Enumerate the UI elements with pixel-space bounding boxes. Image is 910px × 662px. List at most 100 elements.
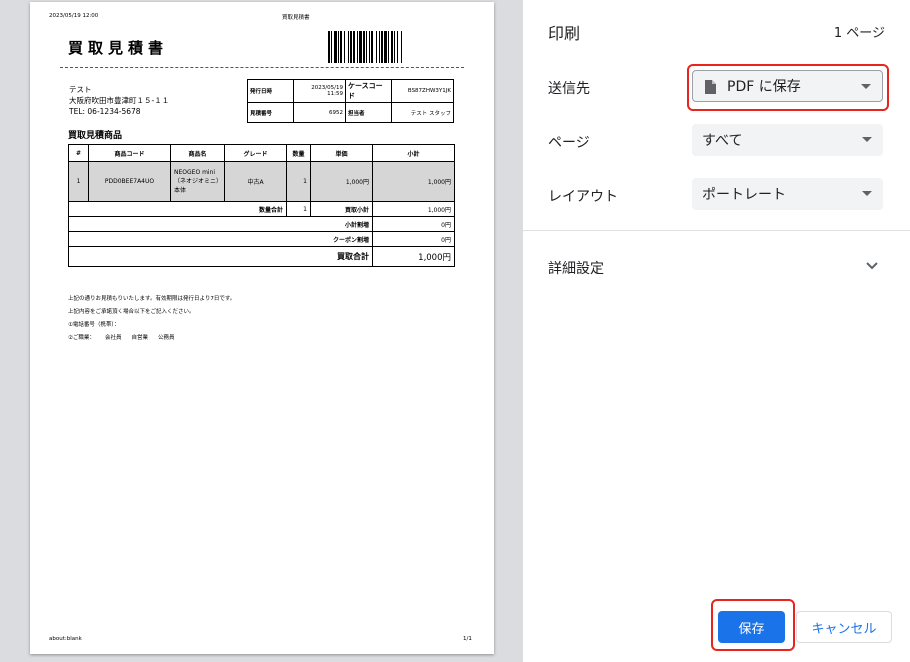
barcode-bar [359, 31, 362, 63]
summary-row: 数量合計 1 買取小計 1,000円 [68, 201, 455, 217]
coupon-label: クーポン割増 [68, 231, 373, 247]
more-settings-label: 詳細設定 [548, 261, 604, 277]
barcode-bar [353, 31, 355, 63]
col-subtotal: 小計 [372, 144, 455, 162]
issue-label: 発行日時 [247, 79, 294, 103]
destination-value: PDF に保存 [727, 79, 801, 95]
note-line: 上記の通りお見積もりいたします。有効期限は発行日より7日です。 [68, 296, 236, 302]
separator [60, 67, 464, 68]
items-header-row: # 商品コード 商品名 グレード 数量 単価 小計 [68, 144, 455, 162]
occupation-label: ②ご職業： [68, 335, 95, 341]
print-preview-area: 2023/05/19 12:00 買取見積書 買取見積書 テスト 大阪府吹田市豊… [0, 0, 523, 662]
chevron-down-icon [862, 137, 872, 142]
page-header-date: 2023/05/19 12:00 [49, 13, 99, 19]
table-row: 1 PDD0BEE7A4UO NEOGEO mini （ネオジオミニ）本体 中古… [68, 161, 455, 202]
barcode-bar [371, 31, 373, 63]
occupation-option: 自営業 [131, 335, 148, 341]
note-line: ②ご職業： 会社員 自営業 公務員 [68, 332, 235, 345]
barcode-bar [331, 31, 332, 63]
row-price: 1,000円 [310, 161, 373, 202]
preview-page: 2023/05/19 12:00 買取見積書 買取見積書 テスト 大阪府吹田市豊… [30, 2, 494, 654]
estimate-label: 見積番号 [247, 102, 294, 123]
divider [523, 230, 910, 231]
customer-info: テスト 大阪府吹田市豊津町１５-１１ TEL: 06-1234-5678 [69, 84, 169, 117]
barcode [328, 31, 402, 63]
document-title: 買取見積書 [68, 39, 169, 57]
col-grade: グレード [224, 144, 287, 162]
barcode-bar [366, 31, 367, 63]
buy-subtotal: 1,000円 [372, 201, 455, 217]
note-line: 上記内容をご承諾頂く場合以下をご記入ください。 [68, 309, 195, 315]
barcode-bar [357, 31, 358, 63]
row-code: PDD0BEE7A4UO [88, 161, 171, 202]
barcode-bar [363, 31, 365, 63]
notes: 上記の通りお見積もりいたします。有効期限は発行日より7日です。 上記内容をご承諾… [68, 293, 235, 345]
customer-tel: TEL: 06-1234-5678 [69, 107, 141, 116]
row-qty: 1 [286, 161, 311, 202]
destination-label: 送信先 [548, 81, 590, 97]
subtotal-add: 0円 [372, 216, 455, 232]
row-subtotal: 1,000円 [372, 161, 455, 202]
barcode-bar [344, 31, 345, 63]
barcode-bar [334, 31, 337, 63]
barcode-bar [350, 31, 352, 63]
layout-select[interactable]: ポートレート [692, 178, 883, 210]
case-label: ケースコード [345, 79, 392, 103]
barcode-bar [397, 31, 398, 63]
cancel-button[interactable]: キャンセル [796, 611, 892, 643]
col-price: 単価 [310, 144, 373, 162]
customer-name: テスト [69, 85, 92, 94]
summary-row: 小計割増 0円 [68, 216, 455, 232]
buy-subtotal-label: 買取小計 [310, 201, 373, 217]
page-footer-url: about:blank [49, 636, 82, 642]
barcode-bar [348, 31, 349, 63]
more-settings-toggle[interactable]: 詳細設定 [523, 245, 910, 289]
pages-select[interactable]: すべて [692, 124, 883, 156]
save-button[interactable]: 保存 [718, 611, 785, 643]
occupation-option: 会社員 [104, 335, 122, 341]
document-icon [705, 80, 716, 94]
staff-label: 担当者 [345, 102, 392, 123]
customer-address: 大阪府吹田市豊津町１５-１１ [69, 96, 170, 105]
layout-value: ポートレート [702, 187, 786, 203]
total-row: 買取合計 1,000円 [68, 246, 455, 267]
barcode-bar [388, 31, 389, 63]
print-settings-panel: 印刷 1 ページ 送信先 PDF に保存 ページ すべて レイアウト ポートレー… [523, 0, 910, 662]
col-code: 商品コード [88, 144, 171, 162]
pages-label: ページ [548, 135, 590, 151]
coupon: 0円 [372, 231, 455, 247]
barcode-bar [394, 31, 395, 63]
qty-total-label: 数量合計 [68, 201, 287, 217]
pages-value: すべて [702, 133, 743, 149]
chevron-down-icon [861, 84, 871, 89]
row-name: NEOGEO mini （ネオジオミニ）本体 [170, 161, 225, 202]
items-table: # 商品コード 商品名 グレード 数量 単価 小計 1 PDD0BEE7A4UO… [68, 144, 455, 267]
barcode-bar [338, 31, 339, 63]
chevron-down-icon [862, 191, 872, 196]
page-count: 1 ページ [833, 26, 885, 41]
panel-title: 印刷 [548, 24, 581, 43]
col-qty: 数量 [286, 144, 311, 162]
occupation-option: 公務員 [157, 335, 175, 341]
barcode-bar [376, 31, 377, 63]
note-line: ①電話番号（携帯）： [68, 322, 120, 328]
total: 1,000円 [372, 246, 455, 267]
page-header-title: 買取見積書 [282, 15, 310, 21]
barcode-bar [391, 31, 393, 63]
layout-label: レイアウト [548, 189, 618, 205]
barcode-bar [384, 31, 387, 63]
barcode-bar [401, 31, 402, 63]
staff-value: テスト スタッフ [391, 102, 454, 123]
destination-select[interactable]: PDF に保存 [692, 70, 883, 102]
summary-row: クーポン割増 0円 [68, 231, 455, 247]
barcode-bar [328, 31, 330, 63]
barcode-bar [340, 31, 342, 63]
barcode-bar [381, 31, 383, 63]
estimate-value: 6952 [293, 102, 346, 123]
issue-value: 2023/05/19 11:59 [293, 79, 346, 103]
page-footer-number: 1/1 [463, 636, 472, 642]
subtotal-add-label: 小計割増 [68, 216, 373, 232]
barcode-bar [369, 31, 370, 63]
barcode-bar [379, 31, 380, 63]
items-section-title: 買取見積商品 [68, 131, 123, 141]
